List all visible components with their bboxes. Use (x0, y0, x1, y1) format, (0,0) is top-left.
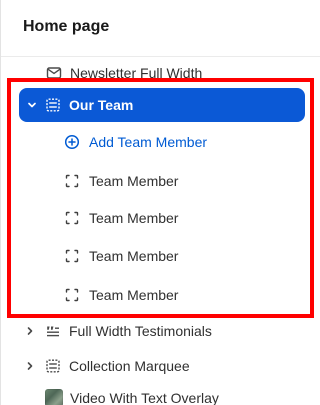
section-item-newsletter-full-width[interactable]: Newsletter Full Width (1, 56, 320, 90)
chevron-right-icon[interactable] (24, 360, 36, 372)
quote-list-icon (44, 322, 62, 340)
block-item-team-member[interactable]: Team Member (1, 164, 320, 198)
block-item-team-member[interactable]: Team Member (1, 239, 320, 273)
block-item-team-member[interactable]: Team Member (1, 201, 320, 235)
section-item-full-width-testimonials[interactable]: Full Width Testimonials (1, 314, 320, 348)
plus-circle-icon (63, 133, 81, 151)
add-team-member-button[interactable]: Add Team Member (1, 125, 320, 159)
video-thumbnail-icon (45, 389, 63, 405)
block-item-label: Team Member (89, 210, 179, 226)
block-item-label: Team Member (89, 173, 179, 189)
block-icon (63, 172, 81, 190)
section-item-label: Collection Marquee (69, 358, 190, 374)
block-item-team-member[interactable]: Team Member (1, 278, 320, 312)
block-icon (63, 286, 81, 304)
section-item-label: Our Team (69, 97, 134, 113)
section-item-label: Video With Text Overlay (70, 390, 219, 405)
chevron-right-icon[interactable] (24, 325, 36, 337)
section-item-video-with-text-overlay[interactable]: Video With Text Overlay (1, 381, 320, 405)
mail-icon (45, 64, 63, 82)
section-sidebar: Home page Newsletter Full Width Our Team (0, 0, 320, 405)
page-title: Home page (23, 18, 110, 35)
section-icon (44, 357, 62, 375)
block-icon (63, 247, 81, 265)
section-icon (44, 96, 62, 114)
section-item-label: Newsletter Full Width (70, 65, 203, 81)
block-item-label: Team Member (89, 287, 179, 303)
section-item-our-team[interactable]: Our Team (19, 88, 305, 122)
block-item-label: Team Member (89, 248, 179, 264)
sidebar-header: Home page (1, 0, 320, 57)
section-item-collection-marquee[interactable]: Collection Marquee (1, 349, 320, 383)
section-item-label: Full Width Testimonials (69, 323, 212, 339)
add-team-member-label: Add Team Member (89, 134, 208, 150)
block-icon (63, 209, 81, 227)
chevron-down-icon[interactable] (26, 99, 38, 111)
